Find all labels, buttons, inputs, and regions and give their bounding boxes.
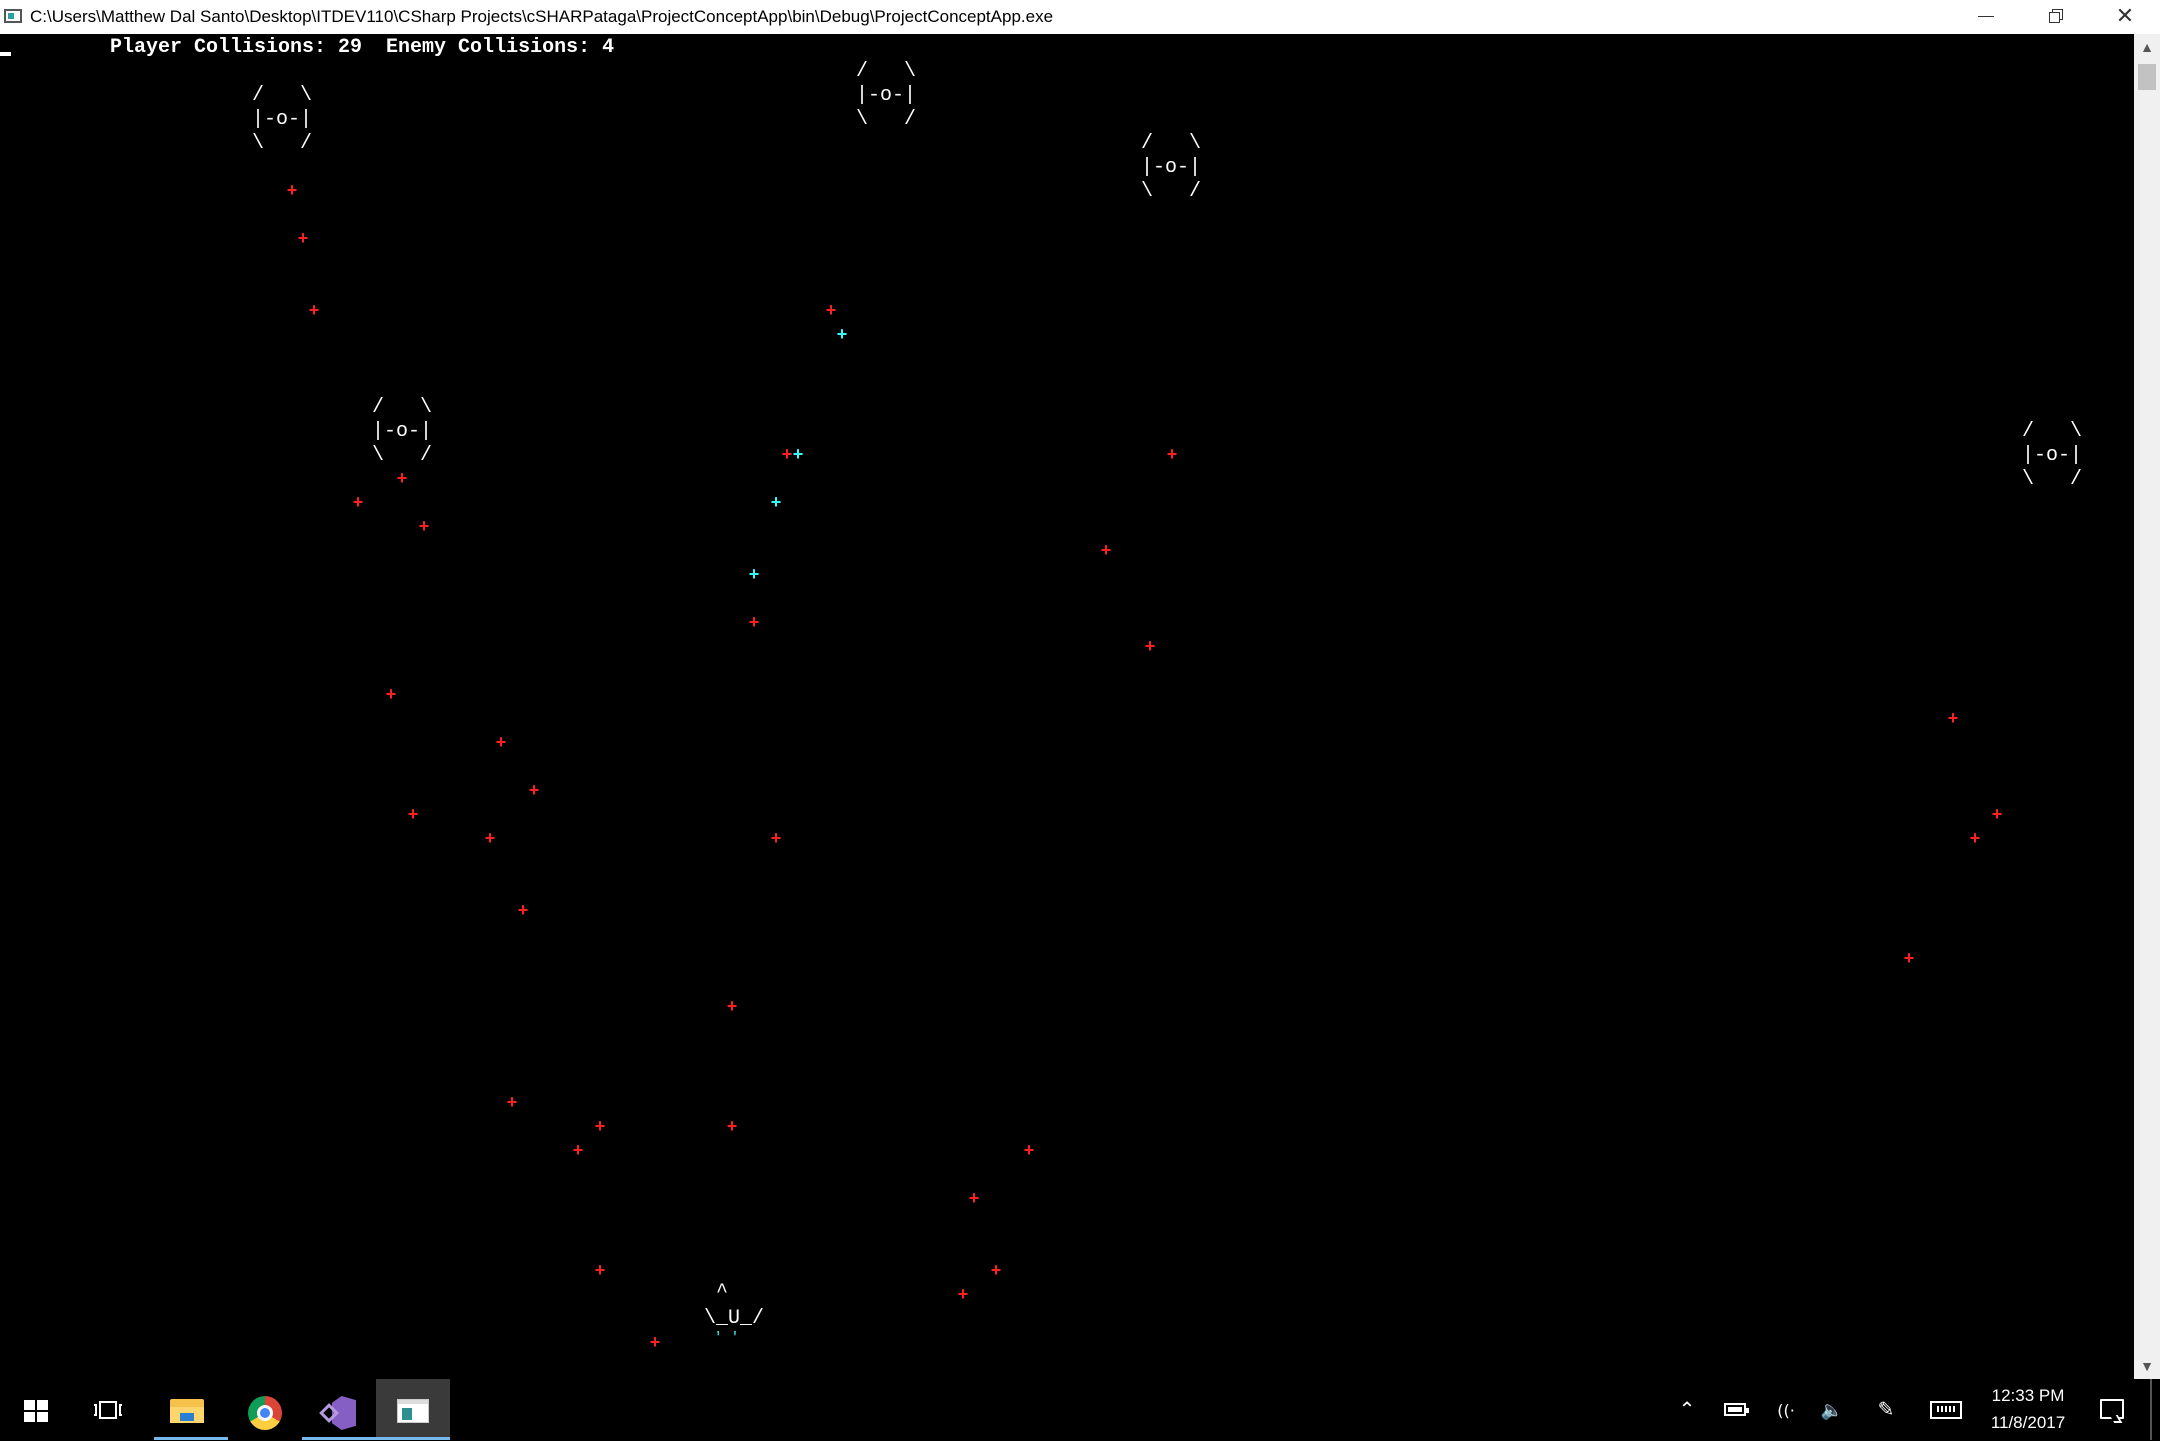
network-button[interactable]: ((· (1764, 1379, 1808, 1440)
notification-icon (2100, 1399, 2124, 1419)
chrome-button[interactable] (228, 1379, 302, 1440)
show-desktop-button[interactable] (2150, 1379, 2152, 1440)
enemy-bullet: + (286, 180, 298, 200)
enemy-bullet: + (528, 780, 540, 800)
minimize-icon (1978, 16, 1994, 17)
close-icon: ✕ (2115, 4, 2135, 29)
wifi-icon: ((· (1777, 1401, 1795, 1420)
enemy-bullet: + (594, 1260, 606, 1280)
enemy-bullet: + (968, 1188, 980, 1208)
scroll-up-arrow-icon[interactable]: ▲ (2134, 34, 2160, 60)
clock-time: 12:33 PM (1991, 1386, 2065, 1405)
scroll-thumb[interactable] (2138, 64, 2156, 90)
enemy-bullet: + (495, 732, 507, 752)
enemy-bullet: + (1903, 948, 1915, 968)
player-bullet: + (836, 324, 848, 344)
enemy-bullet: + (396, 468, 408, 488)
windows-ink-button[interactable]: ✎ (1864, 1379, 1908, 1440)
vertical-scrollbar[interactable]: ▲ ▼ (2134, 34, 2160, 1379)
visual-studio-button[interactable] (302, 1379, 376, 1440)
chevron-up-icon: ⌃ (1678, 1397, 1696, 1421)
restore-button[interactable] (2020, 0, 2090, 34)
enemy-bullet: + (748, 612, 760, 632)
enemy-bullet: + (1166, 444, 1178, 464)
task-view-icon (94, 1401, 122, 1419)
minimize-button[interactable] (1950, 0, 2020, 34)
enemy-bullet: + (1969, 828, 1981, 848)
player-bullet: + (770, 492, 782, 512)
clock-date: 11/8/2017 (1990, 1413, 2066, 1432)
enemy-bullet: + (1023, 1140, 1035, 1160)
enemy-bullet: + (1947, 708, 1959, 728)
console-app-icon[interactable] (4, 9, 22, 23)
enemy-bullet: + (726, 1116, 738, 1136)
enemy-bullet: + (385, 684, 397, 704)
text-cursor (0, 52, 11, 56)
player-bullet: + (792, 444, 804, 464)
window-title: C:\Users\Matthew Dal Santo\Desktop\ITDEV… (30, 7, 1054, 26)
pen-icon: ✎ (1877, 1397, 1895, 1421)
enemy-bullet: + (825, 300, 837, 320)
enemy-bullet: + (1100, 540, 1112, 560)
console-output[interactable]: Player Collisions: 29 Enemy Collisions: … (0, 34, 2134, 1379)
enemy-bullet: + (649, 1332, 661, 1352)
enemy-bullet: + (1991, 804, 2003, 824)
player-bullet: + (748, 564, 760, 584)
visual-studio-icon (319, 1396, 356, 1430)
file-explorer-button[interactable] (154, 1379, 228, 1440)
enemy-ship: / \ |-o-| \ / (252, 84, 313, 155)
title-bar[interactable]: C:\Users\Matthew Dal Santo\Desktop\ITDEV… (0, 0, 2160, 34)
enemy-ship: / \ |-o-| \ / (856, 60, 917, 131)
task-view-button[interactable] (72, 1379, 146, 1440)
restore-icon-front (2049, 12, 2060, 23)
scroll-down-arrow-icon[interactable]: ▼ (2134, 1353, 2160, 1379)
keyboard-icon (1930, 1401, 1962, 1419)
action-center-button[interactable] (2092, 1379, 2132, 1440)
speaker-icon: 🔈 (1820, 1400, 1844, 1421)
enemy-bullet: + (726, 996, 738, 1016)
enemy-ship: / \ |-o-| \ / (2022, 420, 2083, 491)
enemy-ship: / \ |-o-| \ / (372, 396, 433, 467)
player-ship: ^ \_U_/ (704, 1281, 765, 1330)
folder-icon (170, 1399, 204, 1423)
player-exhaust: ' ' (714, 1330, 740, 1346)
enemy-bullet: + (484, 828, 496, 848)
enemy-bullet: + (308, 300, 320, 320)
enemy-bullet: + (1144, 636, 1156, 656)
close-button[interactable]: ✕ (2090, 0, 2160, 34)
taskbar: ⌃ ((· 🔈 ✎ 12:33 PM 11/8/2017 (0, 1379, 2160, 1440)
chrome-icon (248, 1396, 282, 1430)
enemy-bullet: + (506, 1092, 518, 1112)
enemy-bullet: + (594, 1116, 606, 1136)
enemy-bullet: + (297, 228, 309, 248)
enemy-bullet: + (407, 804, 419, 824)
volume-button[interactable]: 🔈 (1810, 1379, 1854, 1440)
enemy-bullet: + (517, 900, 529, 920)
enemy-bullet: + (418, 516, 430, 536)
touch-keyboard-button[interactable] (1920, 1379, 1970, 1440)
enemy-bullet: + (957, 1284, 969, 1304)
enemy-bullet: + (990, 1260, 1002, 1280)
clock[interactable]: 12:33 PM 11/8/2017 (1978, 1379, 2078, 1440)
enemy-bullet: + (770, 828, 782, 848)
console-app-button[interactable] (376, 1379, 450, 1440)
enemy-bullet: + (572, 1140, 584, 1160)
collision-counter: Player Collisions: 29 Enemy Collisions: … (110, 36, 615, 59)
windows-logo-icon (24, 1400, 48, 1422)
console-icon (397, 1399, 429, 1423)
start-button[interactable] (0, 1379, 74, 1440)
battery-icon (1724, 1403, 1749, 1416)
battery-button[interactable] (1716, 1379, 1756, 1440)
show-hidden-icons-button[interactable]: ⌃ (1672, 1379, 1702, 1440)
enemy-ship: / \ |-o-| \ / (1141, 132, 1202, 203)
enemy-bullet: + (352, 492, 364, 512)
